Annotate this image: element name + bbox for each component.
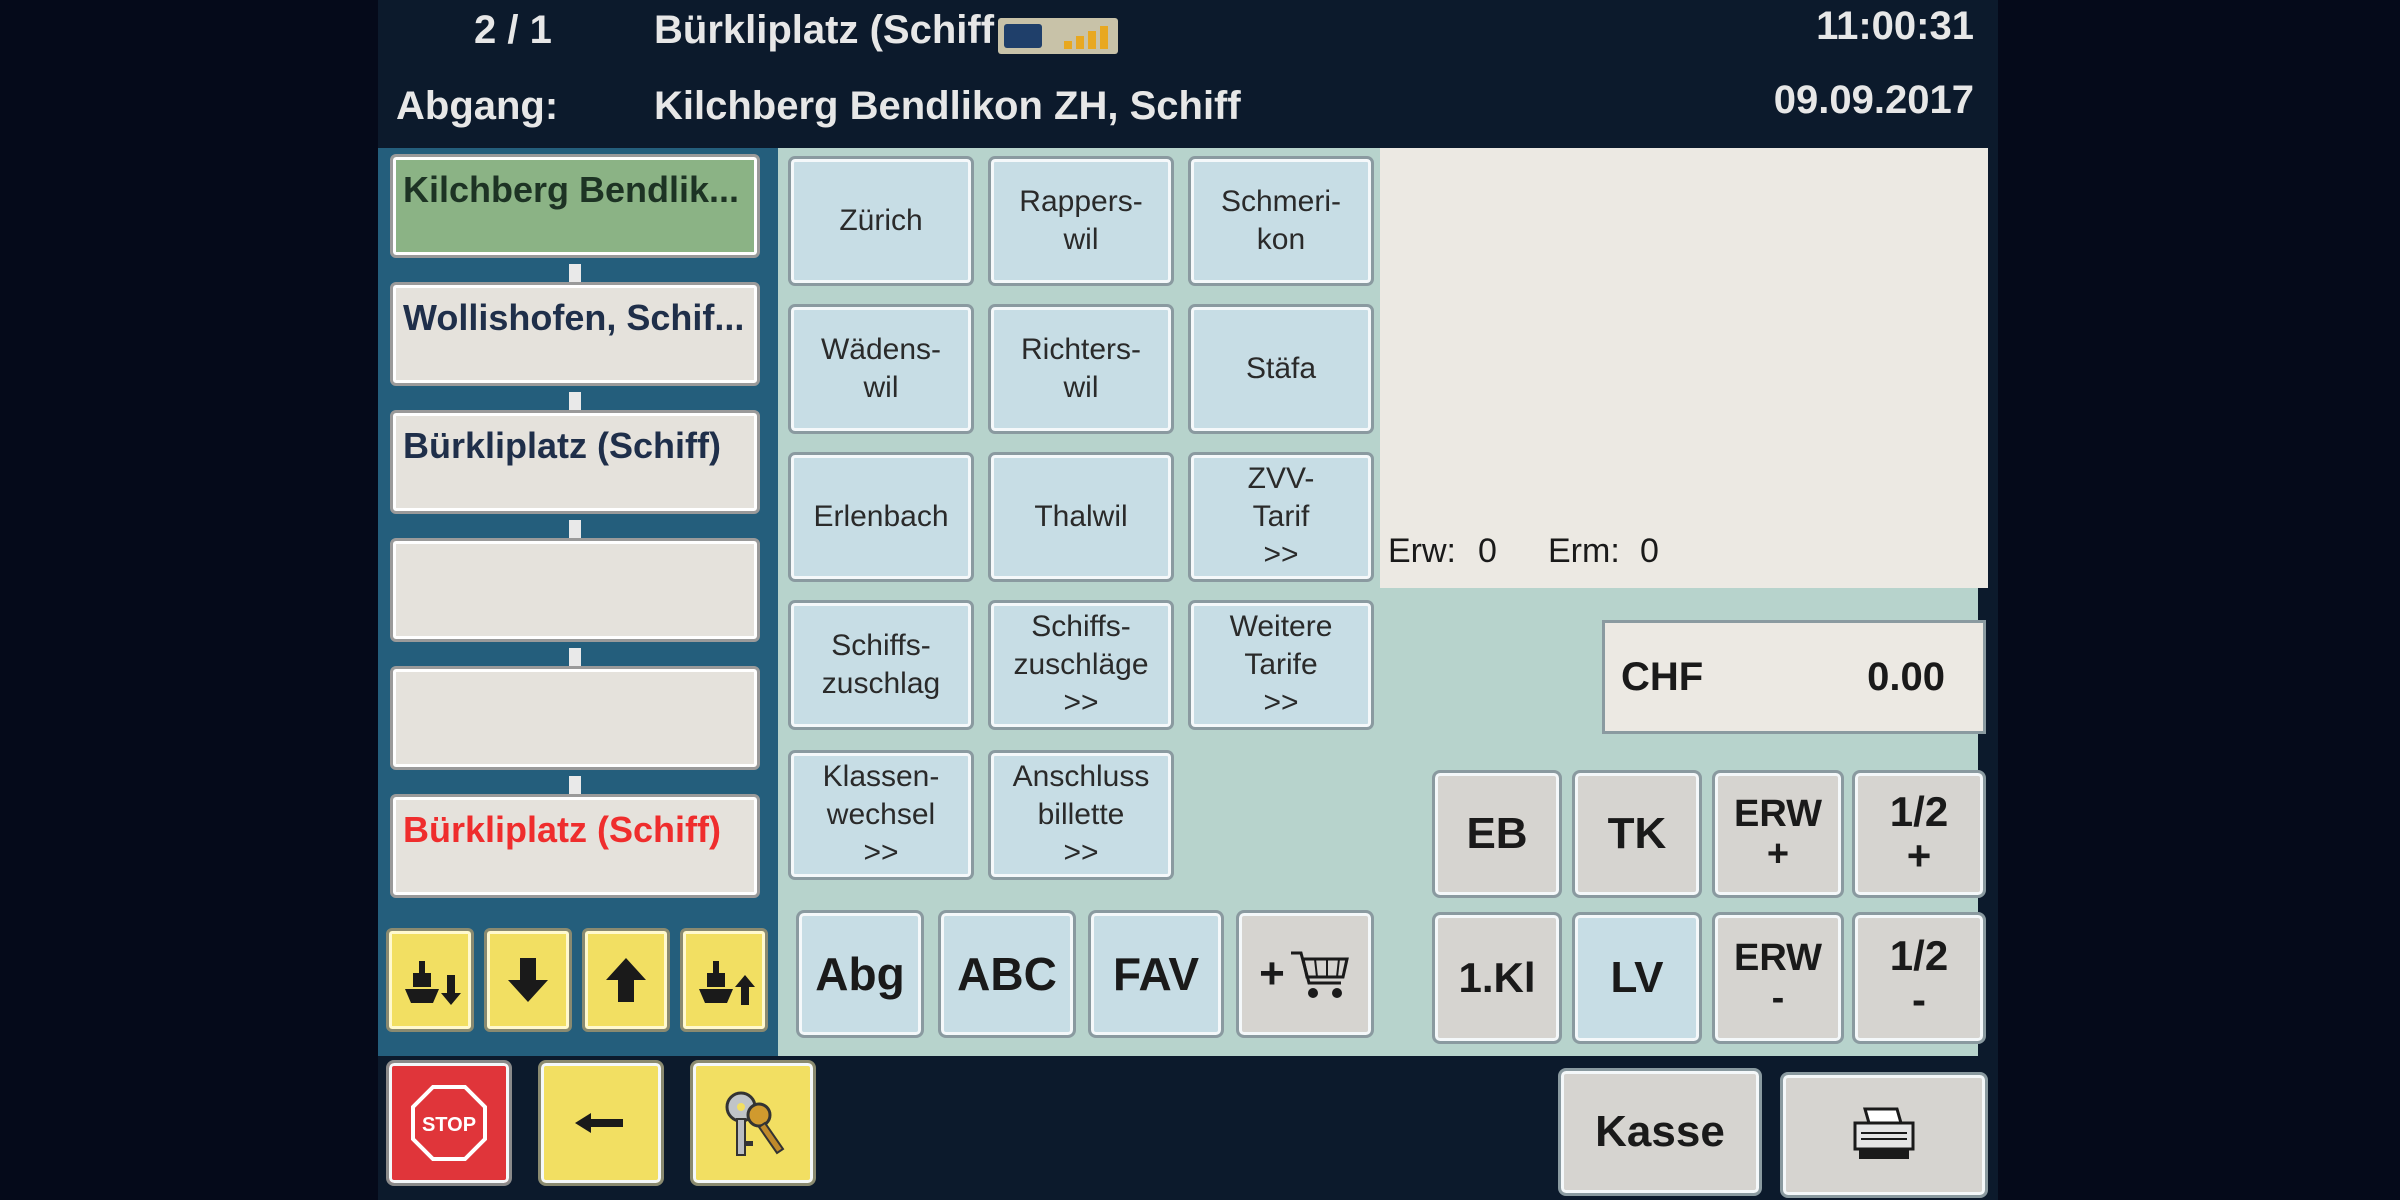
dest-staefa-button[interactable]: Stäfa (1188, 304, 1374, 434)
eb-button[interactable]: EB (1432, 770, 1562, 898)
plus-label: + (1259, 949, 1285, 998)
dest-richterswil-button[interactable]: Richters- wil (988, 304, 1174, 434)
print-button[interactable] (1780, 1072, 1988, 1198)
ship-down-button[interactable] (386, 928, 474, 1032)
stop-sign-label: STOP (422, 1114, 476, 1136)
arrow-up-icon (606, 958, 646, 1002)
ticket-terminal-screen: 2 / 1 Bürkliplatz (Schiff 11:00:31 Abgan… (378, 0, 1998, 1200)
lv-button[interactable]: LV (1572, 912, 1702, 1044)
ship-up-icon (699, 961, 755, 1005)
dest-erlenbach-button[interactable]: Erlenbach (788, 452, 974, 582)
fav-button[interactable]: FAV (1088, 910, 1224, 1038)
stop-item-buerkliplatz[interactable]: Bürkliplatz (Schiff) (390, 410, 760, 514)
stop-up-button[interactable] (582, 928, 670, 1032)
weitere-tarife-button[interactable]: Weitere Tarife >> (1188, 600, 1374, 730)
half-plus-button[interactable]: 1/2 + (1852, 770, 1986, 898)
schiffszuschlaege-button[interactable]: Schiffs- zuschläge >> (988, 600, 1174, 730)
trip-number: 2 / 1 (474, 8, 552, 52)
stop-item-destination[interactable]: Bürkliplatz (Schiff) (390, 794, 760, 898)
stop-item-kilchberg[interactable]: Kilchberg Bendlik... (390, 154, 760, 258)
dest-rapperswil-button[interactable]: Rappers- wil (988, 156, 1174, 286)
keys-button[interactable] (690, 1060, 816, 1186)
anschlussbillette-button[interactable]: Anschluss billette >> (988, 750, 1174, 880)
stop-down-button[interactable] (484, 928, 572, 1032)
date: 09.09.2017 (1773, 78, 1974, 122)
erw-label: Erw: (1388, 532, 1456, 570)
erw-minus-button[interactable]: ERW - (1712, 912, 1844, 1044)
departure-label: Abgang: (396, 84, 559, 128)
ship-down-icon (405, 961, 461, 1005)
zvv-tarif-button[interactable]: ZVV- Tarif >> (1188, 452, 1374, 582)
erm-value: 0 (1640, 532, 1659, 570)
schiffszuschlag-button[interactable]: Schiffs- zuschlag (788, 600, 974, 730)
stop-button[interactable]: STOP (386, 1060, 512, 1186)
back-button[interactable] (538, 1060, 664, 1186)
arrow-down-icon (508, 958, 548, 1002)
departure-stop: Kilchberg Bendlikon ZH, Schiff (654, 84, 1241, 128)
tk-button[interactable]: TK (1572, 770, 1702, 898)
dest-thalwil-button[interactable]: Thalwil (988, 452, 1174, 582)
erw-value: 0 (1478, 532, 1497, 570)
currency-label: CHF (1621, 655, 1704, 699)
cart-icon (1290, 951, 1349, 998)
abg-button[interactable]: Abg (796, 910, 924, 1038)
dest-waedenswil-button[interactable]: Wädens- wil (788, 304, 974, 434)
klassenwechsel-button[interactable]: Klassen- wechsel >> (788, 750, 974, 880)
dest-zuerich-button[interactable]: Zürich (788, 156, 974, 286)
total-box: CHF 0.00 (1602, 620, 1986, 734)
printer-icon (1853, 1107, 1915, 1159)
dest-schmerikon-button[interactable]: Schmeri- kon (1188, 156, 1374, 286)
destination-title: Bürkliplatz (Schiff (654, 8, 995, 52)
ticket-display: Erw: 0 Erm: 0 (1380, 148, 1988, 588)
stop-item-wollishofen[interactable]: Wollishofen, Schif... (390, 282, 760, 386)
abc-button[interactable]: ABC (938, 910, 1076, 1038)
total-amount: 0.00 (1867, 655, 1945, 699)
erw-plus-button[interactable]: ERW + (1712, 770, 1844, 898)
half-minus-button[interactable]: 1/2 - (1852, 912, 1986, 1044)
ship-up-button[interactable] (680, 928, 768, 1032)
stop-sign-icon: STOP (411, 1085, 487, 1161)
back-arrow-icon (575, 1113, 623, 1133)
erm-label: Erm: (1548, 532, 1620, 570)
add-to-cart-button[interactable]: + (1236, 910, 1374, 1038)
stop-item-empty-1[interactable] (390, 538, 760, 642)
stop-item-empty-2[interactable] (390, 666, 760, 770)
clock: 11:00:31 (1816, 4, 1974, 48)
keys-icon (725, 1091, 785, 1156)
kasse-button[interactable]: Kasse (1558, 1068, 1762, 1196)
first-class-button[interactable]: 1.Kl (1432, 912, 1562, 1044)
signal-icon (998, 18, 1118, 54)
